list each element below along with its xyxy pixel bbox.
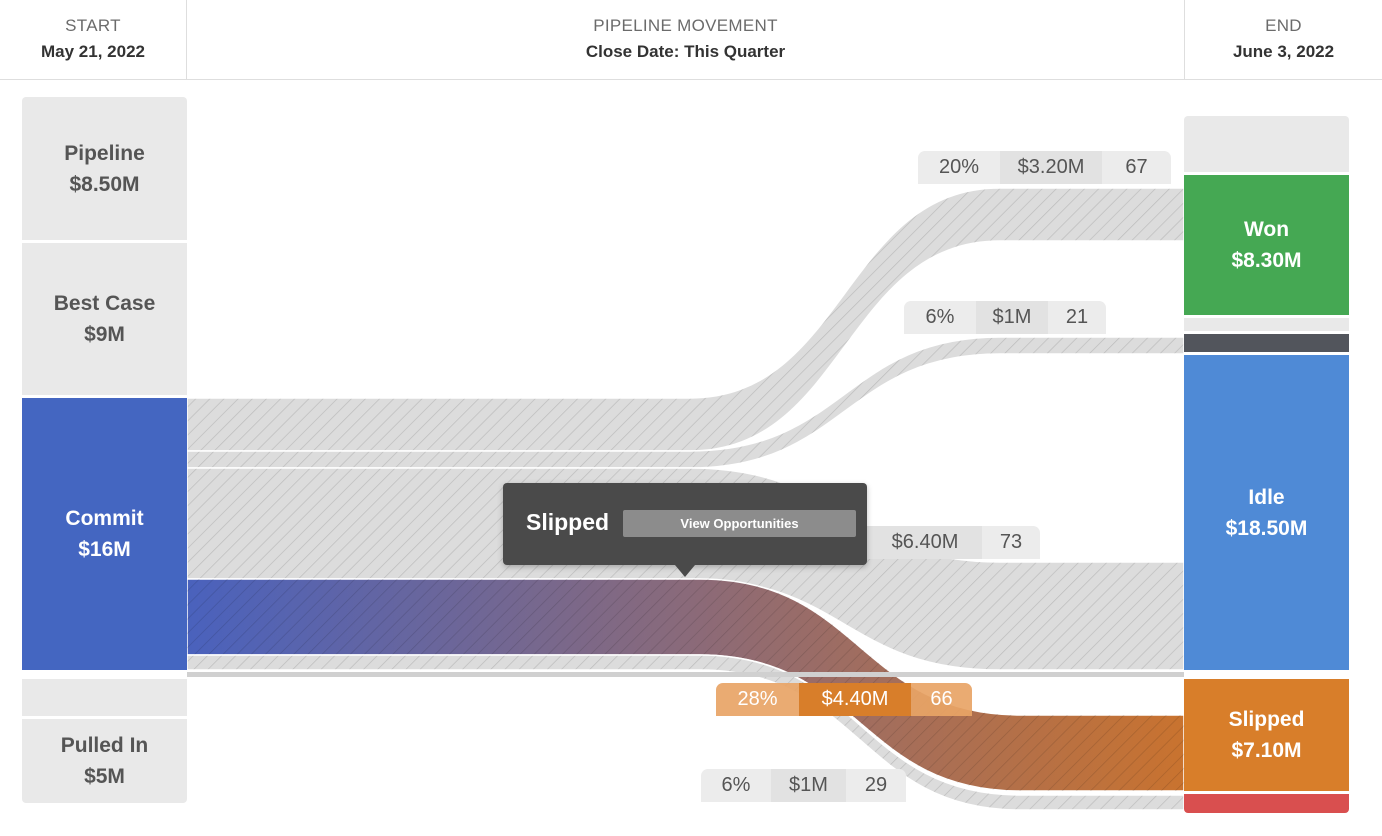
node-best-case[interactable]: Best Case $9M (22, 243, 187, 395)
node-idle[interactable]: Idle $18.50M (1184, 355, 1349, 670)
flow-label-won[interactable]: 20% $3.20M 67 (918, 151, 1171, 184)
node-name: Pipeline (64, 141, 145, 165)
node-name: Idle (1248, 485, 1285, 509)
node-value: $5M (84, 765, 125, 788)
node-slipped[interactable]: Slipped $7.10M (1184, 679, 1349, 791)
view-opportunities-button[interactable]: View Opportunities (623, 510, 856, 537)
flow-amount: $4.40M (799, 683, 911, 716)
node-value: $18.50M (1225, 516, 1308, 540)
node-pulled-in[interactable]: Pulled In $5M (22, 719, 187, 803)
flow-amount: $1M (976, 301, 1048, 334)
node-name: Best Case (53, 292, 156, 315)
node-value: $8.30M (1231, 249, 1302, 272)
node-gap (22, 679, 187, 716)
tooltip-arrow (675, 565, 695, 577)
node-value: $7.10M (1231, 739, 1302, 762)
flow-label-idle[interactable]: $6.40M 73 (860, 526, 1040, 559)
node-name: Commit (65, 507, 144, 530)
node-value: $16M (78, 538, 131, 561)
flow-count: 66 (930, 688, 953, 710)
flow-pct: 20% (938, 156, 980, 178)
flow-amount: $3.20M (1000, 151, 1102, 184)
flow-label-lost[interactable]: 6% $1M 21 (904, 301, 1106, 334)
flow-pct: 6% (925, 306, 955, 328)
flow-count: 67 (1125, 156, 1148, 178)
flow-amount: $1M (771, 769, 846, 802)
node-red[interactable] (1184, 794, 1349, 813)
node-value: $8.50M (69, 172, 140, 196)
flow-count: 73 (999, 531, 1023, 553)
flow-pct: 28% (737, 688, 778, 710)
node-pipeline[interactable]: Pipeline $8.50M (22, 97, 187, 240)
flow-count: 29 (864, 774, 888, 796)
node-value: $9M (84, 323, 125, 346)
node-commit[interactable]: Commit $16M (22, 398, 187, 670)
flow-count: 21 (1065, 306, 1089, 328)
tooltip: Slipped View Opportunities (503, 483, 867, 577)
node-name: Slipped (1228, 708, 1305, 731)
divider-line (187, 672, 1184, 677)
flow-pct: 6% (721, 774, 751, 796)
node-end-top (1184, 116, 1349, 172)
flow-label-red[interactable]: 6% $1M 29 (701, 769, 906, 802)
node-lost[interactable] (1184, 334, 1349, 352)
flow-label-slipped[interactable]: 28% $4.40M 66 (716, 683, 972, 716)
node-end-gap (1184, 318, 1349, 331)
node-won[interactable]: Won $8.30M (1184, 175, 1349, 315)
flow-chart (186, 187, 1185, 811)
tooltip-title: Slipped (526, 509, 610, 535)
node-name: Won (1243, 218, 1290, 241)
flow-amount: $6.40M (860, 526, 982, 559)
node-name: Pulled In (60, 734, 149, 757)
